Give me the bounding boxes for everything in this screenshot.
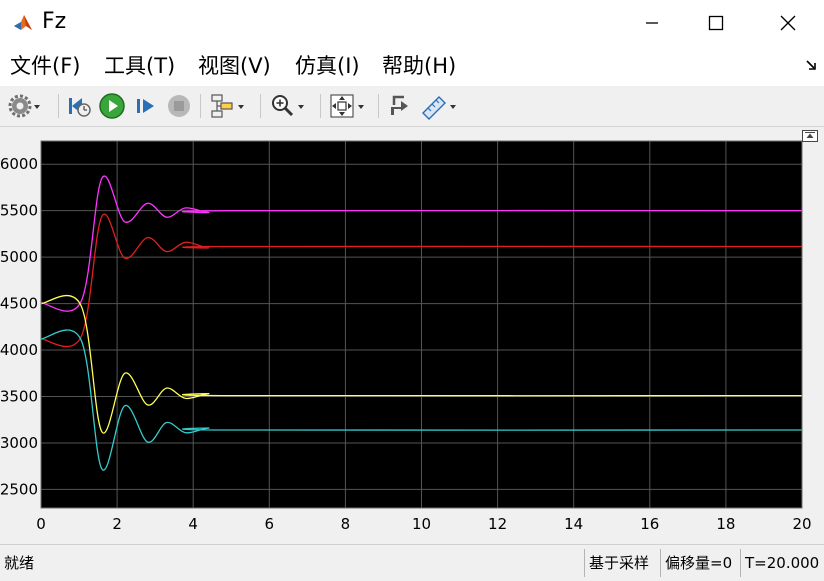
measure-button[interactable] [420, 92, 458, 120]
step-forward-icon [137, 99, 154, 113]
title-bar: Fz [0, 0, 824, 46]
restore-icon [391, 95, 408, 115]
menu-simulation[interactable]: 仿真(I) [295, 52, 360, 80]
matlab-logo-icon [14, 15, 32, 30]
zoom-icon [272, 95, 294, 117]
fit-to-view-button[interactable] [328, 92, 366, 120]
zoom-button[interactable] [270, 92, 306, 120]
toolbar-separator [200, 94, 201, 118]
status-sample-mode: 基于采样 [584, 549, 659, 577]
chevron-down-icon [34, 105, 40, 109]
toolbar-separator [320, 94, 321, 118]
dock-arrow-icon[interactable] [804, 58, 818, 72]
status-ready: 就绪 [4, 554, 35, 572]
settings-icon [8, 94, 32, 118]
y-tick-label: 5500 [0, 202, 38, 220]
settings-button[interactable] [8, 92, 42, 120]
y-tick-label: 4000 [0, 341, 38, 359]
x-tick-label: 10 [412, 515, 431, 533]
x-tick-label: 18 [716, 515, 735, 533]
status-bar: 就绪 基于采样 偏移量=0 T=20.000 [0, 544, 824, 581]
toolbar-separator [58, 94, 59, 118]
stop-button[interactable] [166, 92, 192, 120]
x-tick-label: 2 [112, 515, 122, 533]
chevron-down-icon [238, 105, 244, 109]
x-axis-ticks: 0 2 4 6 8 10 12 14 16 18 20 [36, 515, 811, 533]
x-tick-label: 0 [36, 515, 46, 533]
status-time: T=20.000 [740, 549, 824, 577]
menu-tools[interactable]: 工具(T) [104, 52, 175, 80]
minimize-button[interactable] [624, 0, 680, 46]
toolbar [0, 86, 824, 127]
menu-file[interactable]: 文件(F) [10, 52, 80, 80]
x-tick-label: 14 [564, 515, 583, 533]
menu-help[interactable]: 帮助(H) [382, 52, 456, 80]
x-tick-label: 4 [188, 515, 198, 533]
y-tick-label: 4500 [0, 295, 38, 313]
y-tick-label: 6000 [0, 155, 38, 173]
toolbar-separator [260, 94, 261, 118]
y-tick-label: 3000 [0, 434, 38, 452]
y-axis-ticks: 2500 3000 3500 4000 4500 5000 5500 6000 [0, 155, 38, 498]
menu-view[interactable]: 视图(V) [198, 52, 271, 80]
highlight-button[interactable] [208, 92, 246, 120]
minimize-icon [646, 22, 658, 24]
y-tick-label: 3500 [0, 388, 38, 406]
toolbar-separator [378, 94, 379, 118]
run-icon [99, 93, 125, 119]
stop-icon [168, 95, 190, 117]
x-tick-label: 8 [341, 515, 351, 533]
y-tick-label: 2500 [0, 480, 38, 498]
x-tick-label: 12 [488, 515, 507, 533]
chevron-down-icon [450, 105, 456, 109]
menu-bar: 文件(F) 工具(T) 视图(V) 仿真(I) 帮助(H) [0, 46, 824, 86]
chevron-down-icon [298, 105, 304, 109]
measure-icon [422, 96, 446, 120]
close-icon [780, 15, 796, 31]
scope-chart[interactable]: 0 2 4 6 8 10 12 14 16 18 20 2500 3000 3500 4000 4500 50… [0, 127, 824, 544]
maximize-button[interactable] [688, 0, 744, 46]
run-button[interactable] [98, 92, 126, 120]
x-tick-label: 16 [640, 515, 659, 533]
step-back-icon [69, 98, 91, 117]
close-button[interactable] [760, 0, 816, 46]
restore-button[interactable] [386, 92, 412, 120]
window-title: Fz [42, 9, 67, 34]
step-back-button[interactable] [66, 92, 92, 120]
y-tick-label: 5000 [0, 248, 38, 266]
highlight-icon [211, 94, 233, 118]
scope-area: 0 2 4 6 8 10 12 14 16 18 20 2500 3000 3500 4000 4500 50… [0, 127, 824, 544]
chevron-down-icon [358, 105, 364, 109]
x-tick-label: 20 [792, 515, 811, 533]
undock-icon[interactable] [802, 130, 818, 142]
status-offset: 偏移量=0 [660, 549, 739, 577]
step-forward-button[interactable] [134, 92, 158, 120]
fit-to-view-icon [330, 94, 354, 118]
x-tick-label: 6 [265, 515, 275, 533]
maximize-icon [708, 15, 724, 31]
